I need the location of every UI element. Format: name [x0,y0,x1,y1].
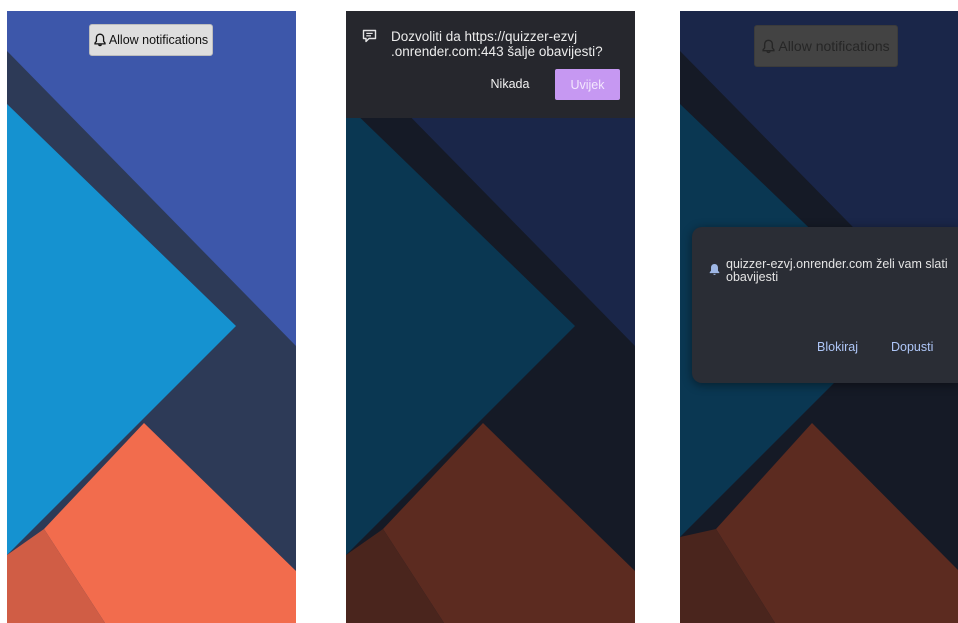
block-button[interactable]: Blokiraj [817,335,858,359]
material-background [7,11,296,623]
notification-permission-dialog: quizzer-ezvj.onrender.com želi vam slati… [692,227,958,383]
allow-button[interactable]: Dopusti [891,335,933,359]
bell-icon [709,264,720,275]
notification-permission-prompt: Dozvoliti da https://quizzer-ezvj .onren… [346,11,635,118]
screen-chrome-prompt: Allow notifications quizzer-ezvj.onrende… [680,11,958,623]
allow-notifications-button[interactable]: Allow notifications [89,24,213,56]
bell-icon [94,33,106,47]
allow-notifications-label: Allow notifications [778,38,890,54]
prompt-message: Dozvoliti da https://quizzer-ezvj .onren… [391,29,603,59]
allow-notifications-button[interactable]: Allow notifications [754,25,898,67]
bell-icon [762,39,775,53]
dialog-message: quizzer-ezvj.onrender.com želi vam slati… [726,257,948,284]
always-button[interactable]: Uvijek [555,69,620,100]
allow-notifications-label: Allow notifications [108,33,209,47]
never-button[interactable]: Nikada [480,69,540,99]
message-icon [362,29,377,43]
screen-firefox-prompt: Dozvoliti da https://quizzer-ezvj .onren… [346,11,635,623]
screen-initial: Allow notifications [7,11,296,623]
